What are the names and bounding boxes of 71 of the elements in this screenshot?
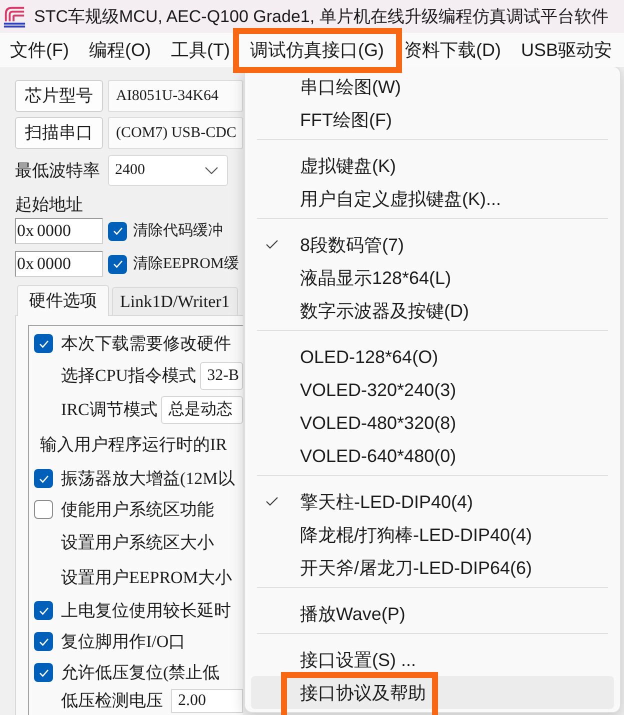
check-icon [38,638,48,646]
option-label: 选择CPU指令模式 [61,365,196,388]
address-field[interactable]: 0x 0000 [15,251,103,277]
tab[interactable]: 硬件选项 [17,285,109,316]
menu-item[interactable]: 接口协议及帮助 [251,676,614,709]
menu-item[interactable]: 降龙棍/打狗棒-LED-DIP40(4) [251,518,614,551]
checkbox[interactable] [34,334,53,353]
menu-item[interactable]: 擎天柱-LED-DIP40(4) [251,485,614,518]
check-icon [38,668,48,676]
checkbox[interactable] [34,663,53,682]
menu-item[interactable]: 虚拟键盘(K) [251,149,614,182]
menu-bar-item[interactable]: 调试仿真接口(G) [240,33,394,67]
menu-item[interactable]: VOLED-320*240(3) [251,373,614,406]
menu-item[interactable]: 液晶显示128*64(L) [251,261,614,294]
menu-item[interactable]: 接口设置(S) ... [251,643,614,676]
logo-icon [3,5,26,28]
check-icon [112,227,122,235]
scan-port-button[interactable]: 扫描串口 [15,117,103,149]
option-label: 复位脚用作I/O口 [61,630,186,653]
chevron-down-icon [205,167,218,174]
menu-item[interactable]: VOLED-480*320(8) [251,406,614,439]
menu-item[interactable]: 8段数码管(7) [251,228,614,261]
option-label: 设置用户EEPROM大小 [61,566,232,589]
checkbox[interactable] [34,469,53,488]
port-field[interactable]: (COM7) USB-CDC [108,117,243,149]
menu-item[interactable]: OLED-128*64(O) [251,340,614,373]
menu-bar-item[interactable]: 工具(T) [160,33,240,67]
menu-item[interactable]: 用户自定义虚拟键盘(K)... [251,182,614,215]
window-title: STC车规级MCU, AEC-Q100 Grade1, 单片机在线升级编程仿真调试平台软件 [34,6,608,28]
select-field[interactable]: 32-B [200,362,243,390]
check-icon [38,474,48,482]
menu-item[interactable]: 开天斧/屠龙刀-LED-DIP64(6) [251,551,614,584]
option-label: 低压检测电压 [61,690,163,712]
select-field[interactable]: 总是动态 [161,396,243,424]
option-label: 设置用户系统区大小 [61,532,214,554]
start-address-label: 起始地址 [15,194,83,216]
checkbox[interactable] [108,254,127,274]
menu-bar-item[interactable]: 文件(F) [0,33,79,67]
option-label: 清除代码缓冲 [133,222,223,241]
check-icon [112,260,122,268]
check-icon [38,606,48,614]
option-label: 振荡器放大增益(12M以 [61,468,235,490]
chip-type-field[interactable]: AI8051U-34K64 [108,80,243,112]
option-label: 清除EEPROM缓 [133,254,239,274]
option-label: 允许低压复位(禁止低 [61,662,220,684]
baud-rate-select[interactable]: 2400 [108,155,228,186]
menu-item[interactable]: FFT绘图(F) [251,103,614,136]
menu-item[interactable]: VOLED-640*480(0) [251,439,614,472]
option-label: 上电复位使用较长延时 [61,600,231,622]
tab[interactable]: Link1D/Writer1 [112,287,238,316]
hex-prefix: 0x [17,220,34,242]
checkbox[interactable] [34,500,53,519]
baud-rate-label: 最低波特率 [15,160,101,182]
prompt-label: 输入用户程序运行时的IR [40,434,227,456]
option-label: 本次下载需要修改硬件 [61,332,231,355]
menu-item[interactable]: 串口绘图(W) [251,70,614,103]
checkbox[interactable] [34,601,53,620]
menu-bar-item[interactable]: 编程(O) [78,33,161,67]
check-icon [38,340,48,348]
checkbox[interactable] [34,632,53,651]
chip-type-button[interactable]: 芯片型号 [15,80,103,112]
checkbox[interactable] [108,222,127,240]
menu-bar-item[interactable]: 资料下载(D) [394,33,511,67]
option-label: IRC调节模式 [61,399,158,422]
address-field[interactable]: 0x 0000 [15,218,103,244]
menu-item[interactable]: 数字示波器及按键(D) [251,294,614,327]
hex-prefix: 0x [17,253,34,276]
menu-bar-item[interactable]: USB驱动安 [510,33,622,67]
option-label: 使能用户系统区功能 [61,498,214,521]
menu-item[interactable]: 播放Wave(P) [251,597,614,630]
value-field[interactable]: 2.00 [171,689,243,713]
